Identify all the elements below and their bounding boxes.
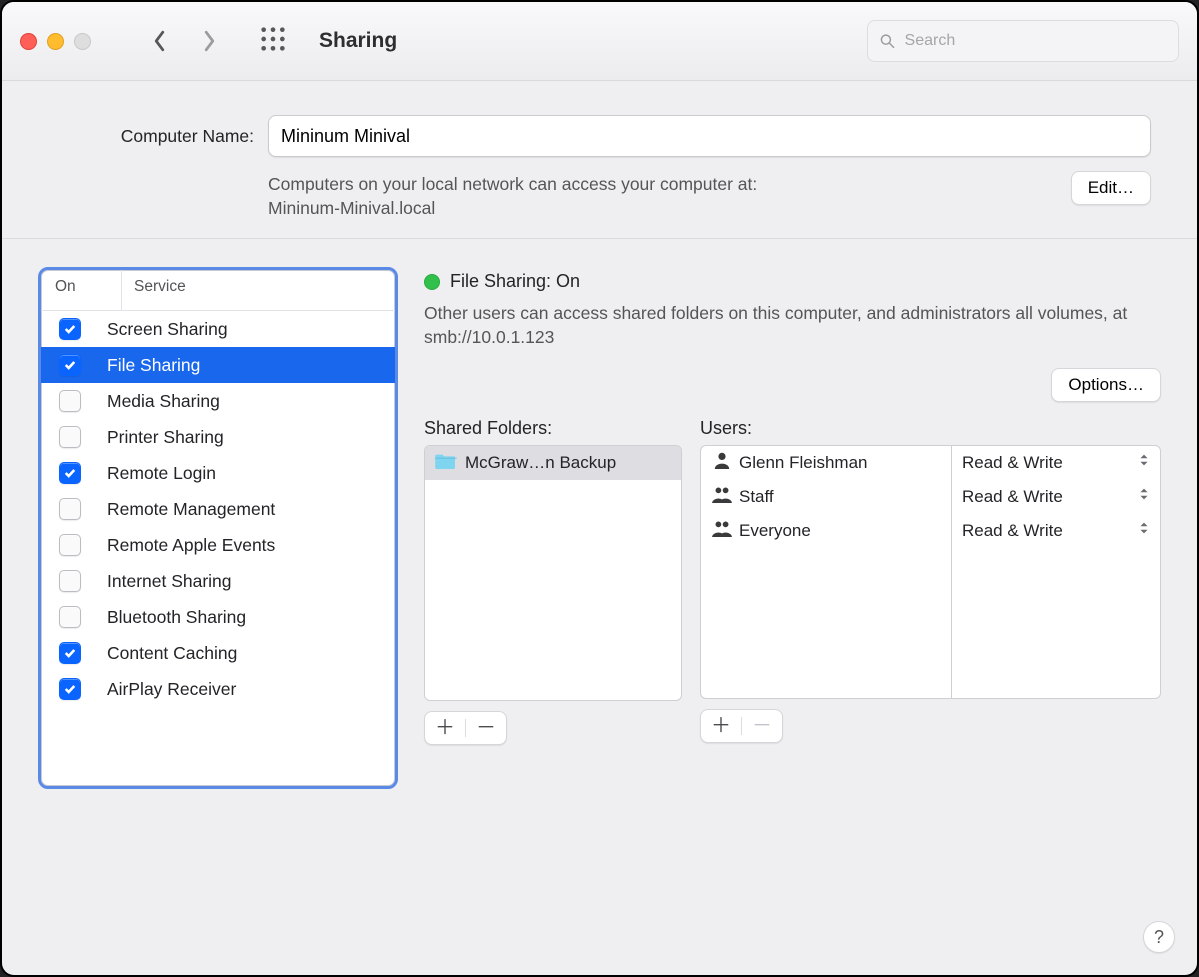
service-row[interactable]: Remote Management	[41, 491, 395, 527]
service-row[interactable]: AirPlay Receiver	[41, 671, 395, 707]
service-label: Remote Apple Events	[107, 535, 275, 556]
user-name: Staff	[739, 487, 774, 507]
options-button[interactable]: Options…	[1051, 368, 1161, 402]
person-icon	[711, 451, 739, 474]
services-list[interactable]: On Service Screen Sharing File Sharing Med…	[38, 267, 398, 789]
service-row[interactable]: Printer Sharing	[41, 419, 395, 455]
service-label: Remote Login	[107, 463, 216, 484]
group-icon	[711, 485, 739, 508]
users-title: Users:	[700, 418, 1161, 439]
minimize-window-button[interactable]	[47, 33, 64, 50]
computer-name-description: Computers on your local network can acce…	[268, 173, 757, 220]
search-icon	[880, 33, 895, 49]
search-input[interactable]	[903, 31, 1166, 51]
permission-row[interactable]: Read & Write	[952, 446, 1160, 480]
service-checkbox[interactable]	[59, 498, 81, 520]
service-checkbox[interactable]	[59, 570, 81, 592]
sharing-body: On Service Screen Sharing File Sharing Med…	[2, 239, 1197, 975]
service-checkbox[interactable]	[59, 534, 81, 556]
shared-folders-column: Shared Folders: McGraw…n Backup ＋ －	[424, 418, 682, 948]
service-label: Content Caching	[107, 643, 237, 664]
services-header-on: On	[41, 270, 122, 310]
forward-button	[191, 23, 227, 59]
service-checkbox[interactable]	[59, 462, 81, 484]
sharing-preferences-window: Sharing Computer Name: Computers on your…	[0, 0, 1199, 977]
users-buttons: ＋ －	[700, 709, 783, 743]
computer-name-label: Computer Name:	[48, 126, 254, 147]
back-button[interactable]	[141, 23, 177, 59]
stepper-icon[interactable]	[1138, 520, 1150, 541]
user-row[interactable]: Glenn Fleishman	[701, 446, 951, 480]
service-checkbox[interactable]	[59, 390, 81, 412]
add-folder-button[interactable]: ＋	[425, 712, 465, 744]
permission-value: Read & Write	[962, 453, 1063, 473]
window-toolbar: Sharing	[2, 2, 1197, 81]
service-checkbox[interactable]	[59, 642, 81, 664]
service-status-row: File Sharing: On	[424, 271, 1161, 292]
service-label: Media Sharing	[107, 391, 220, 412]
service-checkbox[interactable]	[59, 426, 81, 448]
add-user-button[interactable]: ＋	[701, 710, 741, 742]
status-indicator-icon	[424, 274, 440, 290]
remove-folder-button[interactable]: －	[466, 712, 506, 744]
service-label: File Sharing	[107, 355, 200, 376]
services-header: On Service	[41, 270, 395, 311]
folder-icon	[435, 451, 465, 474]
users-column: Users: Glenn Fleishman Staff Everyone Read…	[700, 418, 1161, 948]
service-checkbox[interactable]	[59, 606, 81, 628]
stepper-icon[interactable]	[1138, 452, 1150, 473]
service-checkbox[interactable]	[59, 354, 81, 376]
stepper-icon[interactable]	[1138, 486, 1150, 507]
user-name: Glenn Fleishman	[739, 453, 868, 473]
permission-row[interactable]: Read & Write	[952, 514, 1160, 548]
remove-user-button: －	[742, 710, 782, 742]
permission-value: Read & Write	[962, 521, 1063, 541]
shared-folders-list[interactable]: McGraw…n Backup	[424, 445, 682, 701]
service-checkbox[interactable]	[59, 678, 81, 700]
window-controls	[20, 33, 91, 50]
zoom-window-button[interactable]	[74, 33, 91, 50]
service-status-description: Other users can access shared folders on…	[424, 302, 1161, 349]
service-status-label: File Sharing: On	[450, 271, 580, 292]
permissions-list[interactable]: Read & Write Read & Write Read & Write	[951, 445, 1161, 699]
service-label: Bluetooth Sharing	[107, 607, 246, 628]
close-window-button[interactable]	[20, 33, 37, 50]
user-row[interactable]: Staff	[701, 480, 951, 514]
service-detail: File Sharing: On Other users can access …	[424, 267, 1161, 947]
service-row[interactable]: Content Caching	[41, 635, 395, 671]
service-checkbox[interactable]	[59, 318, 81, 340]
user-row[interactable]: Everyone	[701, 514, 951, 548]
permission-row[interactable]: Read & Write	[952, 480, 1160, 514]
computer-name-field[interactable]	[268, 115, 1151, 157]
service-row[interactable]: File Sharing	[41, 347, 395, 383]
group-icon	[711, 519, 739, 542]
service-row[interactable]: Bluetooth Sharing	[41, 599, 395, 635]
permission-value: Read & Write	[962, 487, 1063, 507]
service-label: AirPlay Receiver	[107, 679, 236, 700]
service-row[interactable]: Remote Login	[41, 455, 395, 491]
service-label: Internet Sharing	[107, 571, 232, 592]
service-row[interactable]: Internet Sharing	[41, 563, 395, 599]
service-label: Remote Management	[107, 499, 275, 520]
shared-folder-name: McGraw…n Backup	[465, 453, 616, 473]
user-name: Everyone	[739, 521, 811, 541]
services-header-service: Service	[122, 270, 395, 310]
edit-hostname-button[interactable]: Edit…	[1071, 171, 1151, 205]
show-all-preferences-button[interactable]	[259, 25, 287, 58]
service-label: Printer Sharing	[107, 427, 224, 448]
service-row[interactable]: Remote Apple Events	[41, 527, 395, 563]
shared-folders-buttons: ＋ －	[424, 711, 507, 745]
shared-folders-title: Shared Folders:	[424, 418, 682, 439]
service-label: Screen Sharing	[107, 319, 228, 340]
help-button[interactable]: ?	[1143, 921, 1175, 953]
computer-name-section: Computer Name: Computers on your local n…	[2, 81, 1197, 239]
users-list[interactable]: Glenn Fleishman Staff Everyone	[700, 445, 951, 699]
page-title: Sharing	[319, 29, 397, 53]
search-field[interactable]	[867, 20, 1179, 62]
service-row[interactable]: Screen Sharing	[41, 311, 395, 347]
shared-folder-row[interactable]: McGraw…n Backup	[425, 446, 681, 480]
service-row[interactable]: Media Sharing	[41, 383, 395, 419]
